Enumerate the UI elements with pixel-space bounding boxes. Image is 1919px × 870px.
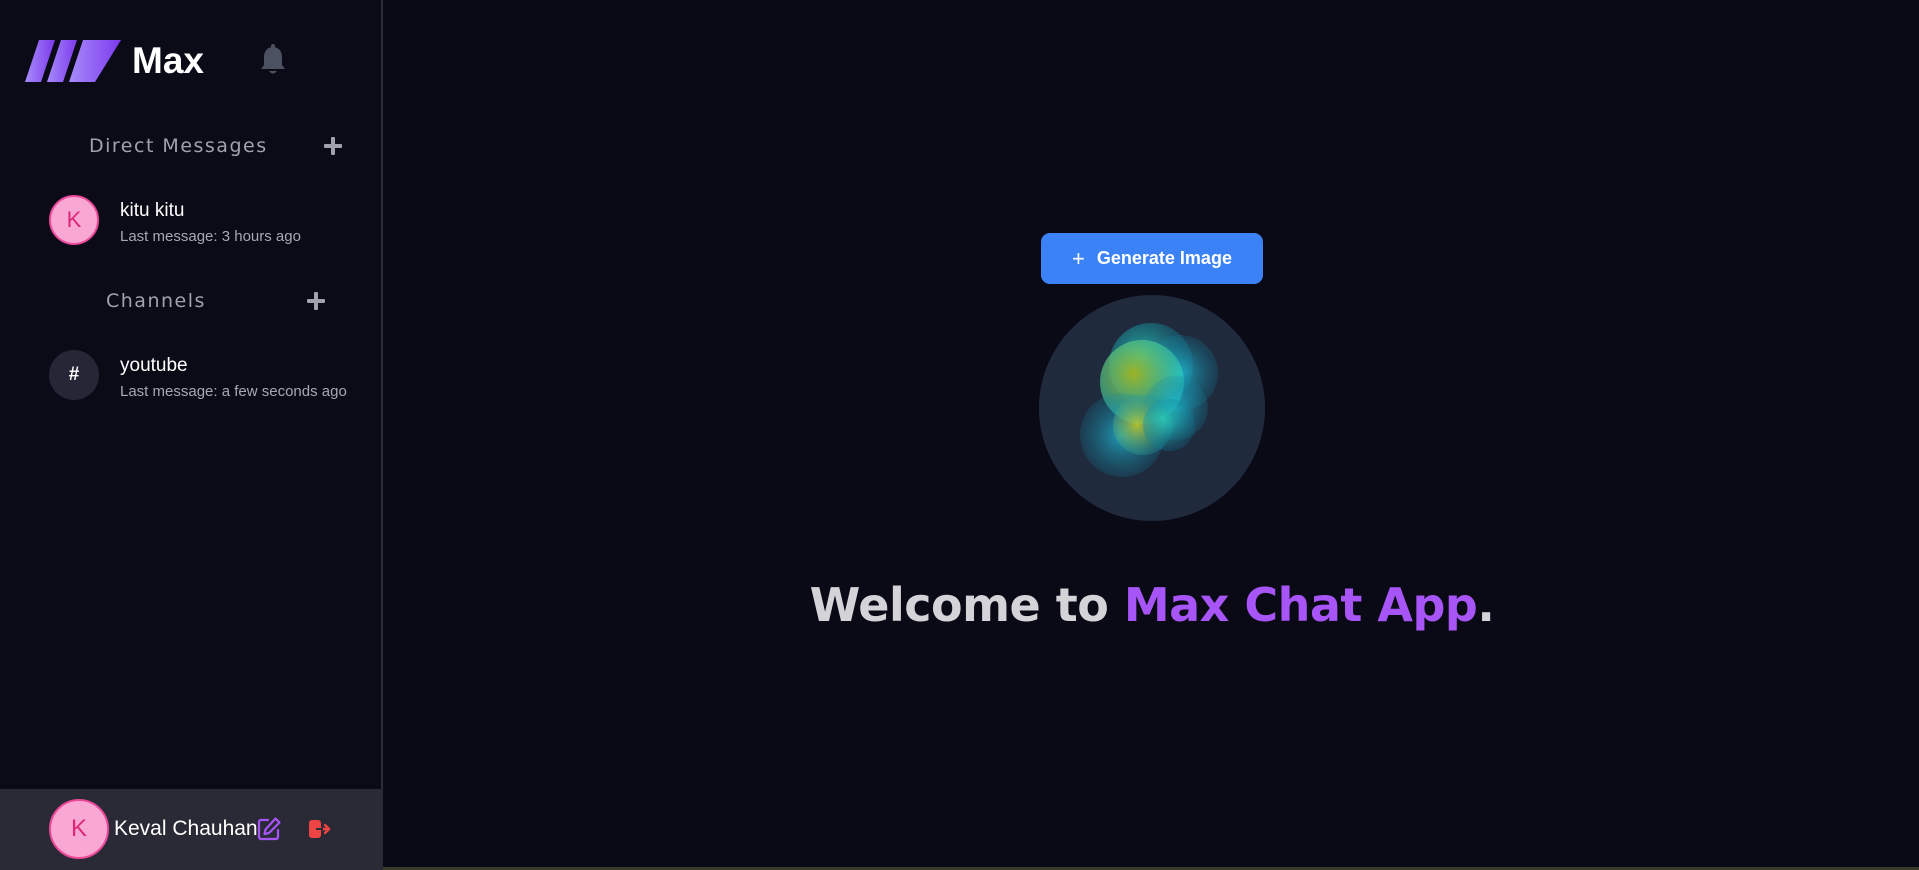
conversation-last-message: Last message: 3 hours ago [120, 228, 301, 245]
main-panel: + Generate Image Welcome to Max Chat App… [385, 0, 1919, 870]
welcome-suffix: . [1477, 578, 1495, 632]
plus-icon: + [1072, 245, 1085, 271]
logout-icon[interactable] [307, 817, 331, 841]
add-channel-button[interactable] [303, 288, 329, 314]
brand-name: Max [132, 40, 204, 81]
app-root: Max Direct Messages K kitu kitu Last mes… [0, 0, 1919, 870]
avatar: K [49, 195, 99, 245]
conversation-last-message: Last message: a few seconds ago [120, 383, 347, 400]
direct-messages-header: Direct Messages [89, 135, 268, 157]
edit-icon[interactable] [256, 816, 282, 842]
conversation-name: youtube [120, 355, 188, 376]
conversation-name: kitu kitu [120, 200, 185, 221]
dm-item-kitu[interactable]: K kitu kitu Last message: 3 hours ago [49, 195, 369, 251]
user-name: Keval Chauhan [114, 817, 258, 840]
welcome-prefix: Welcome to [809, 578, 1124, 632]
add-direct-message-button[interactable] [320, 133, 346, 159]
welcome-app-name: Max Chat App [1123, 578, 1478, 632]
welcome-heading: Welcome to Max Chat App. [385, 578, 1919, 632]
user-footer: K Keval Chauhan [0, 789, 383, 870]
orb-animation-icon [1080, 323, 1218, 477]
channel-hash-icon: # [49, 350, 99, 400]
generate-image-label: Generate Image [1096, 248, 1232, 268]
sidebar: Max Direct Messages K kitu kitu Last mes… [0, 0, 383, 870]
bell-icon[interactable] [258, 44, 288, 78]
channel-item-youtube[interactable]: # youtube Last message: a few seconds ag… [49, 350, 369, 406]
generate-image-button[interactable]: + Generate Image [1041, 233, 1263, 284]
brand-logo-icon [25, 40, 121, 82]
brand[interactable]: Max [25, 36, 204, 86]
channels-header: Channels [106, 290, 206, 312]
user-avatar[interactable]: K [49, 799, 109, 859]
